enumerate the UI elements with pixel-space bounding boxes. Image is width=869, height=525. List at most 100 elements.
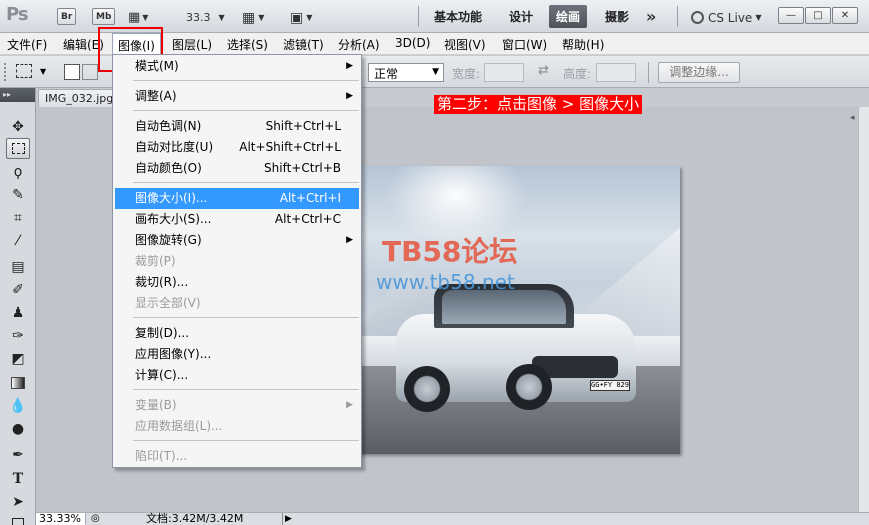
menu-file[interactable]: 文件(F)	[7, 36, 47, 53]
shape-tool-icon[interactable]	[6, 512, 30, 525]
chevron-down-icon: ▼	[218, 13, 225, 22]
menu-item-adjustments[interactable]: 调整(A) ▶	[115, 86, 359, 107]
menu-edit[interactable]: 编辑(E)	[63, 36, 104, 53]
menu-item-calculations[interactable]: 计算(C)...	[115, 365, 359, 386]
submenu-arrow-icon: ▶	[346, 400, 353, 410]
menu-3d[interactable]: 3D(D)	[395, 36, 430, 50]
status-zoom[interactable]: 33.33%	[36, 513, 86, 525]
close-document-icon[interactable]: ◂	[850, 113, 855, 123]
menu-item-apply-data-set[interactable]: 应用数据组(L)...	[115, 416, 359, 437]
menu-item-mode[interactable]: 模式(M) ▶	[115, 56, 359, 77]
lasso-tool-icon[interactable]: ϙ	[6, 161, 30, 182]
blur-tool-icon[interactable]: 💧	[6, 395, 30, 416]
toolbox-grip[interactable]: ▸▸	[0, 88, 35, 102]
menu-help[interactable]: 帮助(H)	[562, 36, 604, 53]
menu-separator	[133, 110, 359, 111]
menu-item-image-size[interactable]: 图像大小(I)... Alt+Ctrl+I	[115, 188, 359, 209]
menu-select[interactable]: 选择(S)	[227, 36, 268, 53]
gradient-tool-icon[interactable]	[6, 372, 30, 393]
chevron-down-icon[interactable]: ▼	[40, 67, 46, 76]
eyedropper-tool-icon[interactable]: ⁄	[6, 230, 30, 251]
document-tab[interactable]: IMG_032.jpg	[38, 89, 114, 107]
close-window-button[interactable]: ✕	[832, 7, 858, 24]
menu-item-auto-tone[interactable]: 自动色调(N) Shift+Ctrl+L	[115, 116, 359, 137]
vertical-scrollbar[interactable]	[858, 107, 869, 512]
toolbox: ▸▸ ✥ ϙ ✎ ⌗ ⁄ ▤ ✐ ♟ ✑ ◩ 💧 ● ✒ T ➤	[0, 88, 36, 525]
menu-item-trim[interactable]: 裁切(R)...	[115, 272, 359, 293]
status-menu-arrow-icon[interactable]: ▶	[282, 513, 294, 525]
crop-tool-icon[interactable]: ⌗	[6, 207, 30, 228]
menu-item-auto-contrast[interactable]: 自动对比度(U) Alt+Shift+Ctrl+L	[115, 137, 359, 158]
move-tool-icon[interactable]: ✥	[6, 116, 30, 137]
history-brush-tool-icon[interactable]: ✑	[6, 325, 30, 346]
options-grip[interactable]	[4, 63, 8, 81]
menu-separator	[133, 440, 359, 441]
menu-item-label: 裁剪(P)	[135, 254, 176, 268]
menu-filter[interactable]: 滤镜(T)	[283, 36, 324, 53]
menu-item-canvas-size[interactable]: 画布大小(S)... Alt+Ctrl+C	[115, 209, 359, 230]
minimize-button[interactable]: —	[778, 7, 804, 24]
quick-select-tool-icon[interactable]: ✎	[6, 184, 30, 205]
arrange-documents-button[interactable]: ▦ ▼	[242, 7, 264, 28]
style-select[interactable]: 正常 ▼	[368, 63, 444, 82]
height-input[interactable]	[596, 63, 636, 82]
type-tool-icon[interactable]: T	[6, 468, 30, 489]
menu-item-crop[interactable]: 裁剪(P)	[115, 251, 359, 272]
chevron-down-icon: ▼	[258, 13, 265, 22]
clone-stamp-tool-icon[interactable]: ♟	[6, 302, 30, 323]
menu-item-reveal-all[interactable]: 显示全部(V)	[115, 293, 359, 314]
menu-item-label: 自动对比度(U)	[135, 140, 214, 154]
menu-item-trap[interactable]: 陷印(T)...	[115, 446, 359, 467]
width-input[interactable]	[484, 63, 524, 82]
dodge-tool-icon[interactable]: ●	[6, 418, 30, 439]
menu-item-label: 调整(A)	[135, 89, 177, 103]
chevron-down-icon: ▼	[142, 13, 149, 22]
spot-healing-tool-icon[interactable]: ▤	[6, 256, 30, 277]
ps-logo: Ps	[6, 4, 29, 25]
brush-tool-icon[interactable]: ✐	[6, 279, 30, 300]
menu-layer[interactable]: 图层(L)	[172, 36, 212, 53]
menu-item-label: 裁切(R)...	[135, 275, 189, 289]
menu-item-image-rotation[interactable]: 图像旋转(G) ▶	[115, 230, 359, 251]
menu-item-label: 自动色调(N)	[135, 119, 202, 133]
view-extras-button[interactable]: ▦ ▼	[128, 7, 148, 28]
menu-item-apply-image[interactable]: 应用图像(Y)...	[115, 344, 359, 365]
new-selection-icon[interactable]	[64, 64, 80, 80]
more-workspaces-button[interactable]: »	[646, 6, 656, 27]
workspace-design[interactable]: 设计	[502, 5, 540, 28]
cs-live-icon	[691, 11, 704, 24]
workspace-essentials[interactable]: 基本功能	[427, 5, 489, 28]
menu-item-duplicate[interactable]: 复制(D)...	[115, 323, 359, 344]
menu-item-label: 显示全部(V)	[135, 296, 201, 310]
width-label: 宽度:	[452, 67, 481, 81]
menu-image[interactable]: 图像(I)	[112, 33, 161, 55]
add-selection-icon[interactable]	[82, 64, 98, 80]
refine-edge-button[interactable]: 调整边缘...	[658, 62, 740, 83]
bridge-button[interactable]: Br	[57, 8, 77, 25]
status-info-icon[interactable]: ◎	[91, 513, 100, 525]
marquee-preset-icon[interactable]	[16, 64, 32, 78]
screen-mode-button[interactable]: ▣ ▼	[290, 7, 312, 28]
submenu-arrow-icon: ▶	[346, 235, 353, 245]
path-select-tool-icon[interactable]: ➤	[6, 491, 30, 512]
zoom-level-select[interactable]: 33.3 ▼	[186, 7, 225, 28]
mini-bridge-button[interactable]: Mb	[92, 8, 116, 25]
workspace-photography[interactable]: 摄影	[598, 5, 636, 28]
menu-analysis[interactable]: 分析(A)	[338, 36, 380, 53]
separator	[677, 6, 678, 27]
eraser-tool-icon[interactable]: ◩	[6, 348, 30, 369]
menu-window[interactable]: 窗口(W)	[502, 36, 547, 53]
pen-tool-icon[interactable]: ✒	[6, 444, 30, 465]
instruction-banner: 第二步：点击图像 > 图像大小	[434, 95, 643, 114]
maximize-button[interactable]: □	[805, 7, 831, 24]
cs-live-button[interactable]: CS Live ▼	[691, 7, 761, 28]
workspace-painting[interactable]: 绘画	[549, 5, 588, 28]
swap-dimensions-icon[interactable]: ⇄	[538, 63, 549, 78]
menu-bar: 文件(F) 编辑(E) 图像(I) 图层(L) 选择(S) 滤镜(T) 分析(A…	[0, 33, 869, 55]
menu-item-variables[interactable]: 变量(B) ▶	[115, 395, 359, 416]
menu-view[interactable]: 视图(V)	[444, 36, 486, 53]
menu-item-auto-color[interactable]: 自动颜色(O) Shift+Ctrl+B	[115, 158, 359, 179]
marquee-tool-icon[interactable]	[6, 138, 30, 159]
image-canvas[interactable]: GG•FY 829	[356, 166, 680, 454]
separator	[648, 62, 649, 83]
